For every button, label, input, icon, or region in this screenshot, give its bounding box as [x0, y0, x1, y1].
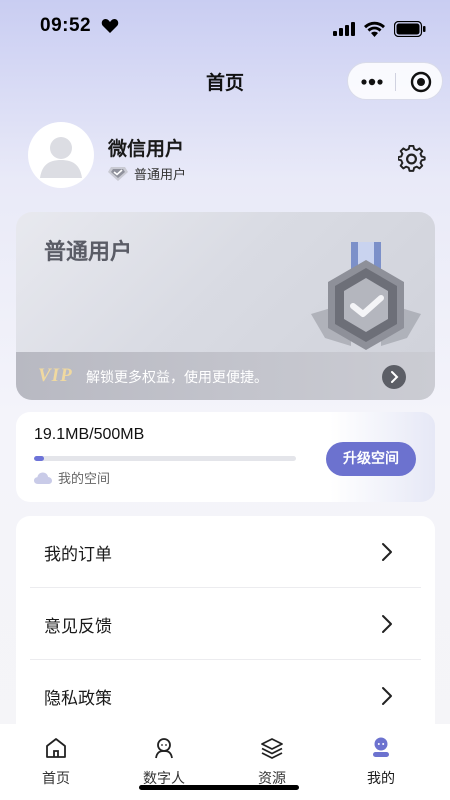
- vip-arrow-button[interactable]: [382, 365, 406, 389]
- chevron-right-icon: [391, 371, 399, 383]
- chevron-right-icon: [382, 687, 392, 705]
- storage-usage: 19.1MB/500MB: [34, 426, 145, 443]
- signal-icon: [333, 22, 355, 36]
- menu-item-privacy[interactable]: 隐私政策: [16, 660, 435, 732]
- chevron-right-icon: [382, 543, 392, 561]
- user-level-label: 普通用户: [134, 167, 187, 183]
- avatar[interactable]: [28, 122, 94, 188]
- storage-progress-bar: [34, 456, 296, 461]
- home-icon: [46, 738, 66, 758]
- menu-item-feedback[interactable]: 意见反馈: [16, 588, 435, 660]
- vip-promo-bar[interactable]: VIP 解锁更多权益，使用更便捷。: [16, 352, 435, 400]
- storage-label: 我的空间: [58, 472, 111, 487]
- chevron-right-icon: [382, 615, 392, 633]
- storage-card: 19.1MB/500MB 我的空间 升级空间: [16, 412, 435, 502]
- heart-icon: [101, 19, 119, 33]
- miniprogram-capsule: [347, 62, 443, 100]
- status-time: 09:52: [40, 15, 92, 36]
- battery-icon: [394, 21, 426, 37]
- status-bar: 09:52: [0, 0, 450, 52]
- layers-icon: [261, 738, 283, 759]
- digital-human-icon: [155, 738, 173, 759]
- vip-tag: VIP: [38, 365, 73, 386]
- vip-promo-text: 解锁更多权益，使用更便捷。: [86, 370, 268, 386]
- more-icon[interactable]: [360, 75, 384, 89]
- tab-label: 首页: [42, 771, 70, 787]
- username: 微信用户: [108, 138, 185, 160]
- home-indicator: [139, 785, 299, 790]
- membership-level-title: 普通用户: [44, 240, 133, 265]
- upgrade-space-button[interactable]: 升级空间: [326, 442, 416, 476]
- storage-progress-fill: [34, 456, 44, 461]
- tab-mine[interactable]: 我的: [341, 724, 421, 800]
- menu-item-label: 意见反馈: [44, 617, 112, 637]
- menu-item-label: 隐私政策: [44, 689, 112, 709]
- user-level-badge: 普通用户: [108, 163, 186, 183]
- membership-card[interactable]: 普通用户 VIP 解锁更多权益，使用更便捷。: [16, 212, 435, 400]
- storage-label-row: 我的空间: [34, 468, 110, 487]
- capsule-divider: [395, 73, 396, 91]
- menu-list: 我的订单 意见反馈 隐私政策: [16, 516, 435, 746]
- tab-label: 我的: [367, 771, 395, 787]
- close-miniprogram-icon[interactable]: [410, 71, 432, 93]
- menu-item-orders[interactable]: 我的订单: [16, 516, 435, 588]
- cloud-icon: [34, 472, 52, 484]
- screen: 09:52 首页 微信用户 普通用户 普通用户 VIP 解锁更多权益，使用更便捷…: [0, 0, 450, 800]
- member-badge-icon: [108, 167, 128, 181]
- tab-home[interactable]: 首页: [16, 724, 96, 800]
- wifi-icon: [364, 21, 385, 37]
- settings-icon[interactable]: [398, 145, 426, 173]
- profile-icon: [373, 737, 389, 757]
- avatar-placeholder-icon: [40, 137, 82, 178]
- menu-item-label: 我的订单: [44, 545, 112, 565]
